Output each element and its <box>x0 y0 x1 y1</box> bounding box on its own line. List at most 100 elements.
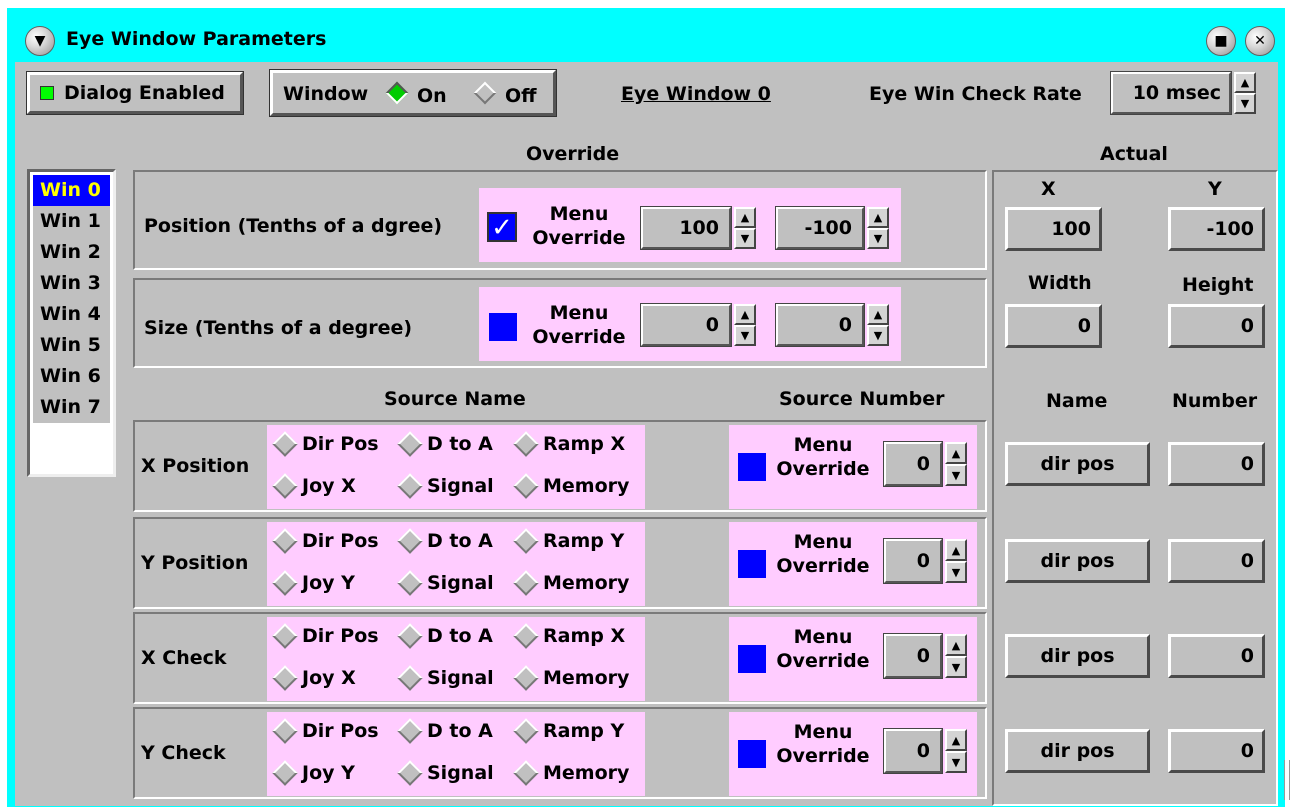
position-y-spinner[interactable]: ▲ ▼ <box>867 207 889 249</box>
source-option-radio[interactable]: D to A <box>397 528 493 554</box>
list-item[interactable]: Win 6 <box>33 361 110 392</box>
size-override-checkbox[interactable] <box>489 313 517 341</box>
source-option-radio[interactable]: Joy Y <box>272 760 355 786</box>
source-option-radio[interactable]: Joy X <box>272 473 356 499</box>
size-x-spinner[interactable]: ▲ ▼ <box>734 304 756 346</box>
source-number-field[interactable]: 0 <box>884 539 942 583</box>
size-override-label: Menu Override <box>524 301 634 349</box>
diamond-radio-icon <box>397 473 423 499</box>
spin-down-icon[interactable]: ▼ <box>734 228 756 249</box>
source-option-radio[interactable]: Signal <box>397 473 494 499</box>
list-item[interactable]: Win 1 <box>33 206 110 237</box>
list-item[interactable]: Win 5 <box>33 330 110 361</box>
window-off-radio[interactable] <box>473 81 497 105</box>
position-x-spinner[interactable]: ▲ ▼ <box>734 207 756 249</box>
source-option-radio[interactable]: Ramp X <box>513 431 626 457</box>
window-menu-button[interactable]: ▼ <box>25 26 55 56</box>
source-number-field[interactable]: 0 <box>884 634 942 678</box>
list-item[interactable]: Win 4 <box>33 299 110 330</box>
source-option-radio[interactable]: Dir Pos <box>272 528 379 554</box>
spin-up-icon[interactable]: ▲ <box>867 207 889 228</box>
spin-down-icon[interactable]: ▼ <box>945 656 967 678</box>
spin-up-icon[interactable]: ▲ <box>734 304 756 325</box>
spin-down-icon[interactable]: ▼ <box>1234 93 1256 114</box>
maximize-button[interactable]: ■ <box>1206 26 1236 56</box>
source-override-checkbox[interactable] <box>738 740 766 768</box>
source-option-radio[interactable]: Ramp Y <box>513 718 624 744</box>
size-y-spinner[interactable]: ▲ ▼ <box>867 304 889 346</box>
spin-up-icon[interactable]: ▲ <box>1234 72 1256 93</box>
source-option-radio[interactable]: D to A <box>397 431 493 457</box>
actual-width-label: Width <box>1028 272 1092 294</box>
menu-text: Menu <box>793 434 853 456</box>
source-option-radio[interactable]: Ramp X <box>513 623 625 649</box>
source-option-radio[interactable]: Dir Pos <box>272 718 379 744</box>
source-option-radio[interactable]: Signal <box>397 760 494 786</box>
source-option-label: Signal <box>427 475 494 497</box>
spin-down-icon[interactable]: ▼ <box>945 464 967 486</box>
source-option-label: D to A <box>427 530 493 552</box>
size-y-field[interactable]: 0 <box>776 304 864 346</box>
dialog-enabled-button[interactable]: Dialog Enabled <box>27 72 243 114</box>
source-number-spinner[interactable]: ▲ ▼ <box>945 442 967 486</box>
actual-x-field: 100 <box>1005 207 1102 251</box>
source-option-radio[interactable]: D to A <box>397 623 493 649</box>
position-override-checkbox[interactable]: ✓ <box>487 212 517 242</box>
source-option-radio[interactable]: Dir Pos <box>272 623 379 649</box>
spin-down-icon[interactable]: ▼ <box>734 325 756 346</box>
source-option-radio[interactable]: Joy Y <box>272 570 355 596</box>
position-y-field[interactable]: -100 <box>776 207 864 249</box>
source-option-label: Joy Y <box>302 572 355 594</box>
actual-header: Actual <box>1100 143 1168 165</box>
source-option-radio[interactable]: Signal <box>397 665 494 691</box>
spin-up-icon[interactable]: ▲ <box>945 539 967 561</box>
source-number-spinner[interactable]: ▲ ▼ <box>945 634 967 678</box>
size-x-field[interactable]: 0 <box>641 304 731 346</box>
position-x-field[interactable]: 100 <box>641 207 731 249</box>
window-on-radio[interactable] <box>385 81 409 105</box>
diamond-radio-icon <box>272 665 298 691</box>
resize-grip-icon[interactable] <box>1284 760 1290 800</box>
list-item[interactable]: Win 2 <box>33 237 110 268</box>
source-option-radio[interactable]: Dir Pos <box>272 431 379 457</box>
source-number-field[interactable]: 0 <box>884 729 942 773</box>
list-item[interactable]: Win 0 <box>33 175 110 206</box>
source-override-checkbox[interactable] <box>738 645 766 673</box>
source-option-label: D to A <box>427 433 493 455</box>
check-rate-spinner[interactable]: ▲ ▼ <box>1234 72 1256 114</box>
source-option-radio[interactable]: Memory <box>513 570 629 596</box>
source-option-radio[interactable]: D to A <box>397 718 493 744</box>
close-button[interactable]: ✕ <box>1245 26 1275 56</box>
source-number-spinner[interactable]: ▲ ▼ <box>945 729 967 773</box>
source-option-radio[interactable]: Joy X <box>272 665 356 691</box>
source-option-radio[interactable]: Ramp Y <box>513 528 624 554</box>
source-override-checkbox[interactable] <box>738 453 766 481</box>
checkmark-icon: ✓ <box>491 213 513 243</box>
spin-up-icon[interactable]: ▲ <box>945 442 967 464</box>
source-option-radio[interactable]: Memory <box>513 665 629 691</box>
diamond-radio-icon <box>272 623 298 649</box>
spin-down-icon[interactable]: ▼ <box>945 561 967 583</box>
spin-up-icon[interactable]: ▲ <box>867 304 889 325</box>
spin-down-icon[interactable]: ▼ <box>867 228 889 249</box>
check-rate-field[interactable]: 10 msec <box>1111 72 1231 114</box>
diamond-radio-icon <box>513 528 539 554</box>
spin-up-icon[interactable]: ▲ <box>945 634 967 656</box>
spin-down-icon[interactable]: ▼ <box>867 325 889 346</box>
source-option-radio[interactable]: Memory <box>513 760 629 786</box>
source-option-radio[interactable]: Signal <box>397 570 494 596</box>
spin-up-icon[interactable]: ▲ <box>945 729 967 751</box>
diamond-radio-icon <box>513 760 539 786</box>
source-override-checkbox[interactable] <box>738 550 766 578</box>
window-toggle-group: Window On Off <box>270 70 556 116</box>
source-number-field[interactable]: 0 <box>884 442 942 486</box>
spin-down-icon[interactable]: ▼ <box>945 751 967 773</box>
spin-up-icon[interactable]: ▲ <box>734 207 756 228</box>
source-number-spinner[interactable]: ▲ ▼ <box>945 539 967 583</box>
source-option-label: Ramp X <box>543 433 626 455</box>
enabled-led-icon <box>40 86 54 100</box>
list-item[interactable]: Win 3 <box>33 268 110 299</box>
list-item[interactable]: Win 7 <box>33 392 110 423</box>
source-option-radio[interactable]: Memory <box>513 473 629 499</box>
diamond-radio-icon <box>513 718 539 744</box>
